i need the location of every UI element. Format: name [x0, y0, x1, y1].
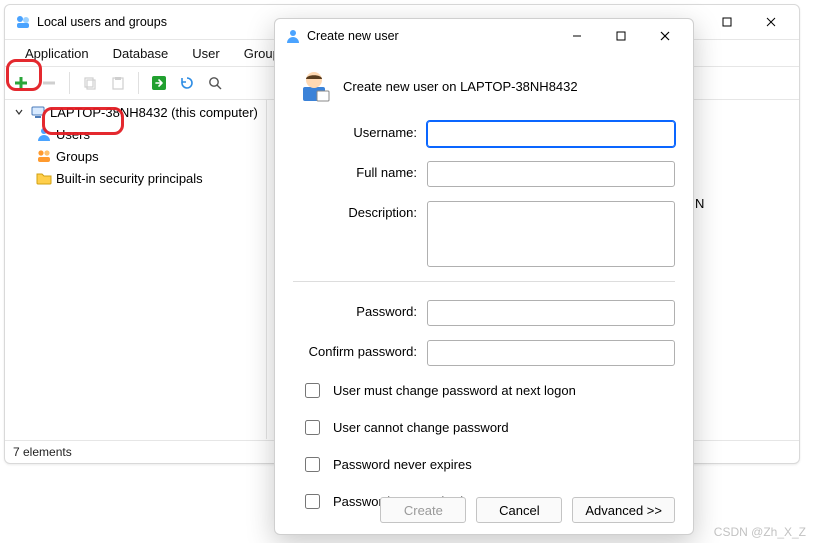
user-icon — [36, 126, 52, 142]
toolbar-paste-button[interactable] — [106, 71, 130, 95]
toolbar-go-button[interactable] — [147, 71, 171, 95]
search-icon — [207, 75, 223, 91]
user-icon — [285, 28, 301, 44]
menu-application[interactable]: Application — [13, 40, 101, 66]
tree-item-users[interactable]: Users — [6, 123, 266, 145]
tree-root[interactable]: LAPTOP-38NH8432 (this computer) — [6, 101, 266, 123]
arrow-right-box-icon — [151, 75, 167, 91]
group-icon — [36, 148, 52, 164]
toolbar-refresh-button[interactable] — [175, 71, 199, 95]
refresh-icon — [179, 75, 195, 91]
divider — [293, 281, 675, 282]
minus-icon — [41, 75, 57, 91]
password-label: Password: — [293, 300, 427, 319]
cancel-button[interactable]: Cancel — [476, 497, 562, 523]
checkbox-input[interactable] — [305, 457, 320, 472]
menu-database[interactable]: Database — [101, 40, 181, 66]
description-label: Description: — [293, 201, 427, 220]
status-text: 7 elements — [13, 445, 72, 459]
create-button[interactable]: Create — [380, 497, 466, 523]
fullname-input[interactable] — [427, 161, 675, 187]
tree-item-builtin[interactable]: Built-in security principals — [6, 167, 266, 189]
dialog-maximize-button[interactable] — [599, 21, 643, 51]
app-icon — [15, 14, 31, 30]
tree-root-label: LAPTOP-38NH8432 (this computer) — [50, 105, 258, 120]
watermark: CSDN @Zh_X_Z — [714, 525, 806, 539]
checkbox-label: User cannot change password — [333, 420, 509, 435]
toolbar-remove-button[interactable] — [37, 71, 61, 95]
checkbox-never-expires[interactable]: Password never expires — [301, 454, 675, 475]
tree-view[interactable]: LAPTOP-38NH8432 (this computer) Users Gr… — [6, 99, 267, 439]
dialog-minimize-button[interactable] — [555, 21, 599, 51]
toolbar-copy-button[interactable] — [78, 71, 102, 95]
username-input[interactable] — [427, 121, 675, 147]
tree-item-groups[interactable]: Groups — [6, 145, 266, 167]
checkbox-input[interactable] — [305, 383, 320, 398]
user-large-icon — [297, 69, 331, 103]
chevron-down-icon[interactable] — [12, 107, 26, 117]
checkbox-cannot-change[interactable]: User cannot change password — [301, 417, 675, 438]
confirm-password-input[interactable] — [427, 340, 675, 366]
dialog-titlebar: Create new user — [275, 19, 693, 53]
window-title: Local users and groups — [37, 15, 167, 29]
checkbox-label: Password never expires — [333, 457, 472, 472]
dialog-close-button[interactable] — [643, 21, 687, 51]
advanced-button[interactable]: Advanced >> — [572, 497, 675, 523]
tree-item-label: Built-in security principals — [56, 171, 203, 186]
paste-icon — [110, 75, 126, 91]
description-input[interactable] — [427, 201, 675, 267]
obscured-text: N — [695, 196, 704, 211]
toolbar-separator — [69, 72, 70, 94]
maximize-button[interactable] — [705, 7, 749, 37]
close-button[interactable] — [749, 7, 793, 37]
dialog-title: Create new user — [307, 29, 399, 43]
checkbox-label: User must change password at next logon — [333, 383, 576, 398]
fullname-label: Full name: — [293, 161, 427, 180]
tree-item-label: Users — [56, 127, 90, 142]
tree-item-label: Groups — [56, 149, 99, 164]
copy-icon — [82, 75, 98, 91]
checkbox-must-change[interactable]: User must change password at next logon — [301, 380, 675, 401]
folder-icon — [36, 170, 52, 186]
menu-user[interactable]: User — [180, 40, 231, 66]
plus-icon — [13, 75, 29, 91]
confirm-password-label: Confirm password: — [293, 340, 427, 359]
password-input[interactable] — [427, 300, 675, 326]
toolbar-search-button[interactable] — [203, 71, 227, 95]
checkbox-input[interactable] — [305, 420, 320, 435]
dialog-footer: Create Cancel Advanced >> — [275, 486, 693, 534]
toolbar-add-button[interactable] — [9, 71, 33, 95]
username-label: Username: — [293, 121, 427, 140]
create-user-dialog: Create new user Create new user on LAPTO… — [274, 18, 694, 535]
computer-icon — [30, 104, 46, 120]
toolbar-separator — [138, 72, 139, 94]
dialog-header-text: Create new user on LAPTOP-38NH8432 — [343, 79, 578, 94]
